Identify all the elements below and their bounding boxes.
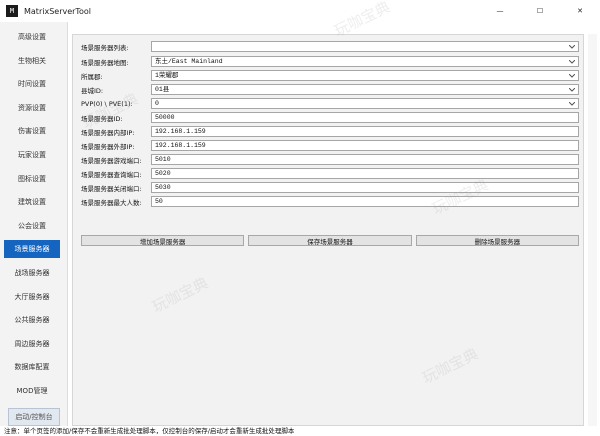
county-label: 县城ID:	[81, 86, 104, 95]
minimize-icon: —	[496, 7, 504, 15]
max-players-input[interactable]: 50	[151, 196, 579, 207]
form-row-shutdown-port: 场景服务器关闭端口: 5030	[81, 181, 581, 194]
server-list-label: 场景服务器列表:	[81, 43, 129, 52]
form-row-pvp-pve: PVP(0) \ PVE(1): 0	[81, 97, 581, 110]
sidebar-item-lobby-server[interactable]: 大厅服务器	[4, 288, 60, 306]
sidebar-item-player[interactable]: 玩家设置	[4, 146, 60, 164]
sidebar-item-advanced[interactable]: 高级设置	[4, 28, 60, 46]
form-row-county: 县城ID: 01县	[81, 83, 581, 96]
pvp-pve-label: PVP(0) \ PVE(1):	[81, 99, 133, 108]
sidebar-item-public-server[interactable]: 公共服务器	[4, 311, 60, 329]
internal-ip-label: 场景服务器内部IP:	[81, 128, 135, 137]
form-row-game-port: 场景服务器游戏端口: 5010	[81, 153, 581, 166]
game-port-label: 场景服务器游戏端口:	[81, 156, 142, 165]
sidebar: 高级设置 生物相关 时间设置 资源设置 伤害设置 玩家设置 图标设置 建筑设置 …	[0, 22, 68, 426]
add-scene-server-button[interactable]: 增加场景服务器	[81, 235, 245, 246]
sidebar-item-database-config[interactable]: 数据库配置	[4, 358, 60, 376]
form-row-max-players: 场景服务器最大人数: 50	[81, 195, 581, 208]
form-row-prefecture: 所属郡: 1荣耀郡	[81, 69, 581, 82]
chevron-down-icon	[567, 42, 576, 51]
form-row-server-list: 场景服务器列表:	[81, 40, 581, 53]
sidebar-item-battlefield-server[interactable]: 战场服务器	[4, 264, 60, 282]
sidebar-item-damage[interactable]: 伤害设置	[4, 122, 60, 140]
county-select[interactable]: 01县	[151, 84, 579, 95]
chevron-down-icon	[567, 57, 576, 66]
form-row-query-port: 场景服务器查询端口: 5020	[81, 167, 581, 180]
sidebar-item-time[interactable]: 时间设置	[4, 75, 60, 93]
external-ip-label: 场景服务器外部IP:	[81, 142, 135, 151]
app-logo-icon: M	[6, 5, 18, 17]
map-label: 场景服务器地图:	[81, 58, 129, 67]
window-title: MatrixServerTool	[24, 6, 91, 16]
sidebar-item-peripheral-server[interactable]: 周边服务器	[4, 335, 60, 353]
form-row-map: 场景服务器地图: 东土/East Mainland	[81, 55, 581, 68]
sidebar-item-guild[interactable]: 公会设置	[4, 217, 60, 235]
scene-server-panel: 场景服务器列表: 场景服务器地图: 东土/East Mainland 所属郡: …	[72, 34, 584, 426]
sidebar-item-building[interactable]: 建筑设置	[4, 193, 60, 211]
form-row-server-id: 场景服务器ID: 50000	[81, 111, 581, 124]
save-scene-server-button[interactable]: 保存场景服务器	[248, 235, 412, 246]
form-row-internal-ip: 场景服务器内部IP: 192.168.1.159	[81, 125, 581, 138]
action-buttons: 增加场景服务器 保存场景服务器 删除场景服务器	[81, 235, 579, 246]
sidebar-item-scene-server[interactable]: 场景服务器	[4, 240, 60, 258]
form-row-external-ip: 场景服务器外部IP: 192.168.1.159	[81, 139, 581, 152]
sidebar-item-console[interactable]: 启动/控制台	[8, 408, 60, 426]
sidebar-item-creatures[interactable]: 生物相关	[4, 52, 60, 70]
pvp-pve-select[interactable]: 0	[151, 98, 579, 109]
chevron-down-icon	[567, 85, 576, 94]
delete-scene-server-button[interactable]: 删除场景服务器	[415, 235, 579, 246]
title-bar: M MatrixServerTool — ☐ ✕	[0, 0, 600, 22]
sidebar-item-resources[interactable]: 资源设置	[4, 99, 60, 117]
sidebar-item-mod-manager[interactable]: MOD管理	[4, 382, 60, 400]
vertical-scrollbar[interactable]	[588, 34, 597, 426]
maximize-button[interactable]: ☐	[520, 0, 560, 22]
shutdown-port-input[interactable]: 5030	[151, 182, 579, 193]
prefecture-label: 所属郡:	[81, 72, 103, 81]
status-bar: 注意：单个页签的添加/保存不会重新生成批处理脚本，仅控制台的保存/启动才会重新生…	[0, 426, 600, 436]
game-port-input[interactable]: 5010	[151, 154, 579, 165]
server-list-select[interactable]	[151, 41, 579, 52]
max-players-label: 场景服务器最大人数:	[81, 198, 142, 207]
prefecture-select[interactable]: 1荣耀郡	[151, 70, 579, 81]
query-port-label: 场景服务器查询端口:	[81, 170, 142, 179]
close-icon: ✕	[577, 7, 583, 15]
map-select[interactable]: 东土/East Mainland	[151, 56, 579, 67]
close-button[interactable]: ✕	[560, 0, 600, 22]
minimize-button[interactable]: —	[480, 0, 520, 22]
shutdown-port-label: 场景服务器关闭端口:	[81, 184, 142, 193]
sidebar-item-console-label: 启动/控制台	[15, 413, 53, 421]
main-content: 场景服务器列表: 场景服务器地图: 东土/East Mainland 所属郡: …	[69, 22, 600, 426]
window-controls: — ☐ ✕	[480, 0, 600, 22]
internal-ip-input[interactable]: 192.168.1.159	[151, 126, 579, 137]
server-id-input[interactable]: 50000	[151, 112, 579, 123]
chevron-down-icon	[567, 71, 576, 80]
sidebar-item-icons[interactable]: 图标设置	[4, 170, 60, 188]
query-port-input[interactable]: 5020	[151, 168, 579, 179]
chevron-down-icon	[567, 99, 576, 108]
maximize-icon: ☐	[536, 7, 544, 15]
server-id-label: 场景服务器ID:	[81, 114, 123, 123]
external-ip-input[interactable]: 192.168.1.159	[151, 140, 579, 151]
